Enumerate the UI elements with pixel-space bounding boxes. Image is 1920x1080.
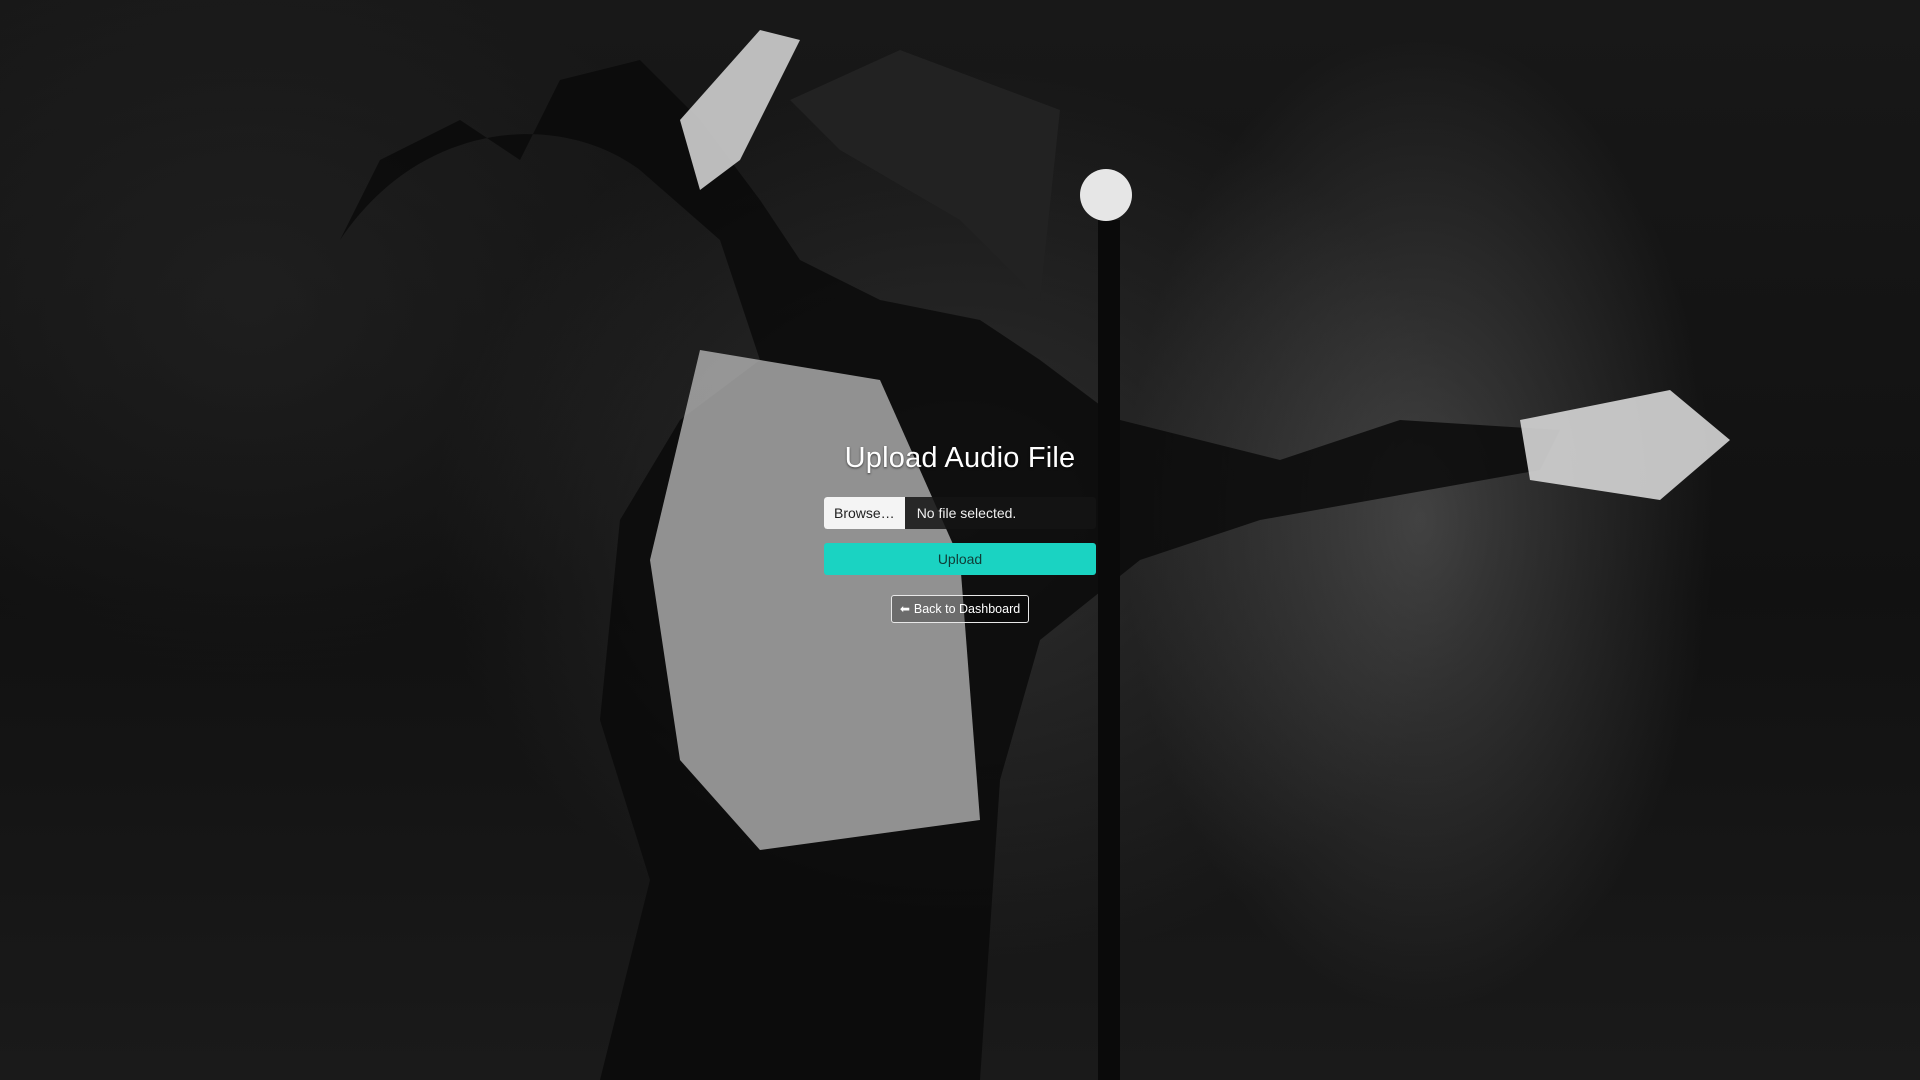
page-title: Upload Audio File <box>844 442 1076 474</box>
upload-button[interactable]: Upload <box>824 543 1096 575</box>
file-status-text: No file selected. <box>916 505 1017 521</box>
back-to-dashboard-label: Back to Dashboard <box>913 602 1021 616</box>
file-input[interactable]: Browse… No file selected. <box>824 497 1096 529</box>
upload-panel: Upload Audio File Browse… No file select… <box>0 442 1920 623</box>
back-to-dashboard-button[interactable]: ⬅ Back to Dashboard <box>890 595 1030 623</box>
arrow-left-icon: ⬅ <box>899 602 910 616</box>
browse-button[interactable]: Browse… <box>824 497 905 529</box>
